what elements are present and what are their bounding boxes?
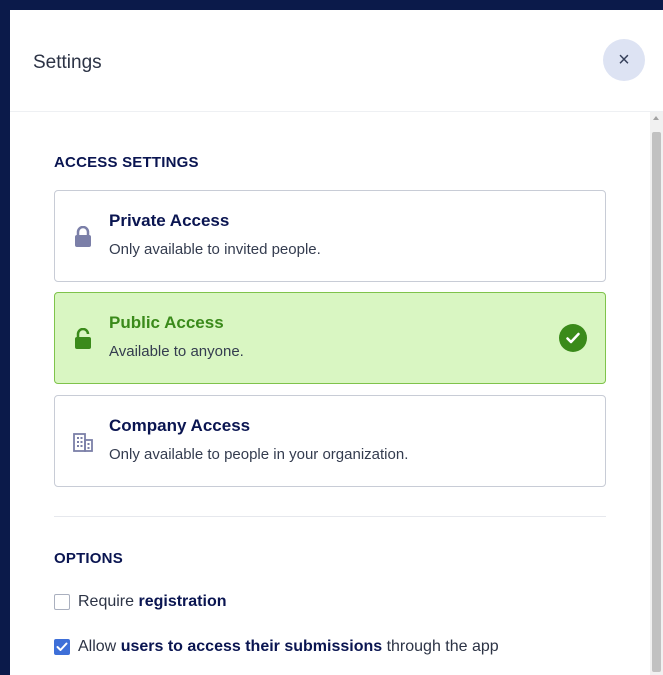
company-access-title: Company Access — [109, 416, 251, 435]
public-access-title: Public Access — [109, 313, 224, 332]
options-heading: OPTIONS — [54, 550, 123, 567]
vertical-scrollbar[interactable] — [650, 112, 663, 675]
company-access-option[interactable]: Company Access Only available to people … — [54, 395, 606, 487]
section-divider — [54, 516, 606, 517]
settings-dialog: Settings × ACCESS SETTINGS Private Acces… — [10, 10, 663, 675]
company-access-description: Only available to people in your organiz… — [109, 446, 409, 463]
dialog-content: ACCESS SETTINGS Private Access Only avai… — [10, 112, 650, 675]
allow-submissions-checkbox[interactable] — [54, 639, 70, 655]
require-registration-label: Require registration — [78, 593, 227, 610]
require-registration-checkbox[interactable] — [54, 594, 70, 610]
private-access-option[interactable]: Private Access Only available to invited… — [54, 190, 606, 282]
building-icon — [71, 428, 95, 456]
public-access-option[interactable]: Public Access Available to anyone. — [54, 292, 606, 384]
require-registration-row[interactable]: Require registration — [54, 591, 227, 613]
access-settings-heading: ACCESS SETTINGS — [54, 154, 199, 171]
allow-submissions-row[interactable]: Allow users to access their submissions … — [54, 636, 499, 658]
private-access-title: Private Access — [109, 211, 230, 230]
checkmark-icon — [559, 324, 587, 352]
checkbox-check-icon — [56, 642, 68, 651]
private-access-description: Only available to invited people. — [109, 241, 321, 258]
close-icon: × — [618, 48, 630, 71]
scrollbar-thumb[interactable] — [652, 132, 661, 672]
dialog-header: Settings × — [10, 10, 663, 112]
unlock-icon — [71, 325, 95, 353]
scroll-up-arrow-icon[interactable] — [653, 116, 659, 120]
lock-icon — [71, 223, 95, 251]
dialog-title: Settings — [33, 52, 102, 73]
public-access-description: Available to anyone. — [109, 343, 244, 360]
allow-submissions-label: Allow users to access their submissions … — [78, 638, 499, 655]
close-button[interactable]: × — [603, 39, 645, 81]
